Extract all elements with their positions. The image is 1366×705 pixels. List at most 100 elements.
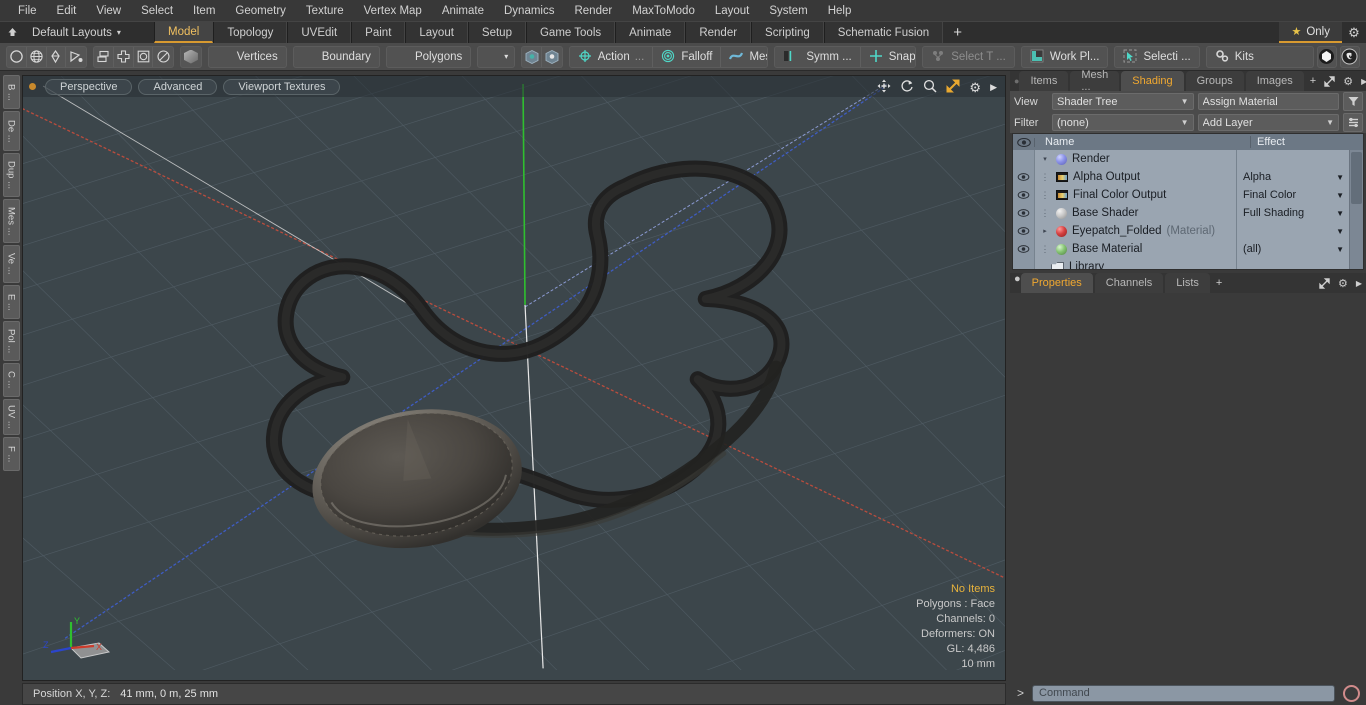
sidebar-item-fusion[interactable]: F ... [2,437,20,471]
snapping-button[interactable]: Snapping [860,46,916,67]
tab-setup[interactable]: Setup [467,22,526,43]
tab-animate[interactable]: Animate [615,22,686,43]
row-effect-eyepatch[interactable]: ▼ [1237,222,1349,240]
row-name-base-material[interactable]: ⋮ Base Material [1035,240,1237,258]
view-select[interactable]: Shader Tree ▼ [1052,93,1194,110]
menu-item-dynamics[interactable]: Dynamics [494,3,564,19]
row-name-render[interactable]: ▾ Render [1035,150,1237,168]
tab-mesh[interactable]: Mesh ... [1070,69,1120,93]
menu-item-maxtomodo[interactable]: MaxToModo [622,3,705,19]
selection-mode-vertices[interactable]: Vertices [207,45,287,68]
row-visibility-toggle[interactable] [1013,222,1035,240]
menu-item-help[interactable]: Help [818,3,862,19]
sidebar-item-vertex[interactable]: Ve ... [2,245,20,283]
shade-view-icon[interactable] [522,46,543,67]
tab-scripting[interactable]: Scripting [751,22,824,43]
rotate-icon[interactable] [153,47,173,67]
symmetry-button[interactable]: Symm ... [775,46,861,67]
table-row[interactable]: Library [1013,258,1349,269]
kits-button[interactable]: Kits [1205,45,1314,68]
assign-material-button[interactable]: Assign Material [1197,93,1339,110]
add-tab-button[interactable]: + [943,22,972,43]
viewport-perspective-button[interactable]: Perspective [45,78,133,95]
menu-item-layout[interactable]: Layout [705,3,760,19]
row-effect-final-color[interactable]: Final Color ▼ [1237,186,1349,204]
menu-item-select[interactable]: Select [131,3,183,19]
layout-selector[interactable]: Default Layouts ▾ [24,22,154,43]
fit-icon[interactable] [946,79,960,95]
expand-icon[interactable] [1320,71,1339,91]
tab-layout[interactable]: Layout [405,22,468,43]
selection-set-button[interactable]: Selecti ... [1114,45,1200,68]
sidebar-item-edge[interactable]: E ... [2,285,20,319]
command-input[interactable]: Command [1032,684,1335,702]
chevron-down-icon[interactable]: ▼ [1336,227,1344,236]
add-properties-tab-button[interactable]: + [1212,273,1226,293]
menu-item-texture[interactable]: Texture [296,3,354,19]
tab-channels[interactable]: Channels [1094,273,1164,293]
row-visibility-toggle[interactable] [1013,168,1035,186]
row-name-library[interactable]: Library [1035,258,1237,269]
table-row[interactable]: ▾ Render [1013,150,1349,168]
row-visibility-toggle[interactable] [1013,186,1035,204]
stack-icon[interactable] [94,46,114,67]
menu-item-geometry[interactable]: Geometry [225,3,296,19]
3d-viewport[interactable]: Perspective Advanced Viewport Textures ⚙… [22,75,1006,681]
list-options-icon[interactable] [1343,113,1363,132]
row-effect-base-shader[interactable]: Full Shading ▼ [1237,204,1349,222]
select-through-button[interactable]: Select T ... [922,45,1015,68]
tab-render[interactable]: Render [685,22,752,43]
sidebar-item-polygon[interactable]: Pol ... [2,321,20,361]
tab-images[interactable]: Images [1245,71,1304,91]
selection-mode-polygons[interactable]: Polygons [385,45,472,68]
only-toggle-button[interactable]: ★ Only [1279,22,1342,43]
tab-model[interactable]: Model [154,22,214,43]
table-row[interactable]: ⋮ Final Color Output Final Color ▼ [1013,186,1349,204]
circle-icon[interactable] [7,46,27,67]
home-up-icon[interactable] [0,22,24,43]
sidebar-item-basic[interactable]: B ... [2,75,20,109]
selection-mode-boundary[interactable]: Boundary [292,45,380,68]
action-center-button[interactable]: Action ... [569,46,654,67]
row-name-final-color-output[interactable]: ⋮ Final Color Output [1035,186,1237,204]
row-name-base-shader[interactable]: ⋮ Base Shader [1035,204,1237,222]
sidebar-item-mesh[interactable]: Mes ... [2,199,20,243]
pan-icon[interactable] [877,79,891,95]
add-panel-tab-button[interactable]: + [1306,71,1320,91]
row-visibility-toggle[interactable] [1013,240,1035,258]
chevron-down-icon[interactable]: ▼ [1336,209,1344,218]
scrollbar-thumb[interactable] [1351,152,1362,204]
row-effect-alpha[interactable]: Alpha ▼ [1237,168,1349,186]
tab-shading[interactable]: Shading [1121,71,1184,91]
filter-select[interactable]: (none) ▼ [1052,114,1194,131]
sidebar-item-curve[interactable]: C ... [2,363,20,397]
menu-item-edit[interactable]: Edit [47,3,87,19]
play-icon[interactable]: ▶ [1352,273,1366,293]
pen-icon[interactable] [47,46,67,67]
table-row[interactable]: ⋮ Base Material (all) ▼ [1013,240,1349,258]
sidebar-item-deform[interactable]: De ... [2,111,20,151]
falloff-button[interactable]: Falloff [653,46,722,67]
table-row[interactable]: ⋮ Base Shader Full Shading ▼ [1013,204,1349,222]
mesh-constraint-button[interactable]: Mesh C ... [721,46,768,67]
viewport-textures-button[interactable]: Viewport Textures [223,78,341,95]
row-name-eyepatch-folded[interactable]: ▸ Eyepatch_Folded (Material) [1035,222,1237,240]
tab-schematic-fusion[interactable]: Schematic Fusion [823,22,944,43]
tab-properties[interactable]: Properties [1020,273,1093,293]
selection-mode-dropdown[interactable]: ▾ [477,45,516,68]
tab-lists[interactable]: Lists [1165,273,1210,293]
modo-orb-icon[interactable] [1316,45,1337,68]
table-row[interactable]: ▸ Eyepatch_Folded (Material) ▼ [1013,222,1349,240]
expand-icon[interactable] [1315,273,1334,293]
chevron-right-icon[interactable]: ▸ [1039,227,1051,235]
menu-item-view[interactable]: View [86,3,131,19]
chevron-down-icon[interactable]: ▼ [1336,245,1344,254]
tab-items[interactable]: Items [1019,71,1069,91]
sidebar-item-duplicate[interactable]: Dup ... [2,153,20,197]
panel-menu-dot-icon[interactable]: ● [1014,273,1021,293]
viewport-advanced-button[interactable]: Advanced [138,78,218,95]
work-plane-button[interactable]: Work Pl... [1020,45,1109,68]
tab-groups[interactable]: Groups [1185,71,1244,91]
rotate-icon[interactable] [900,79,914,95]
tab-paint[interactable]: Paint [351,22,406,43]
